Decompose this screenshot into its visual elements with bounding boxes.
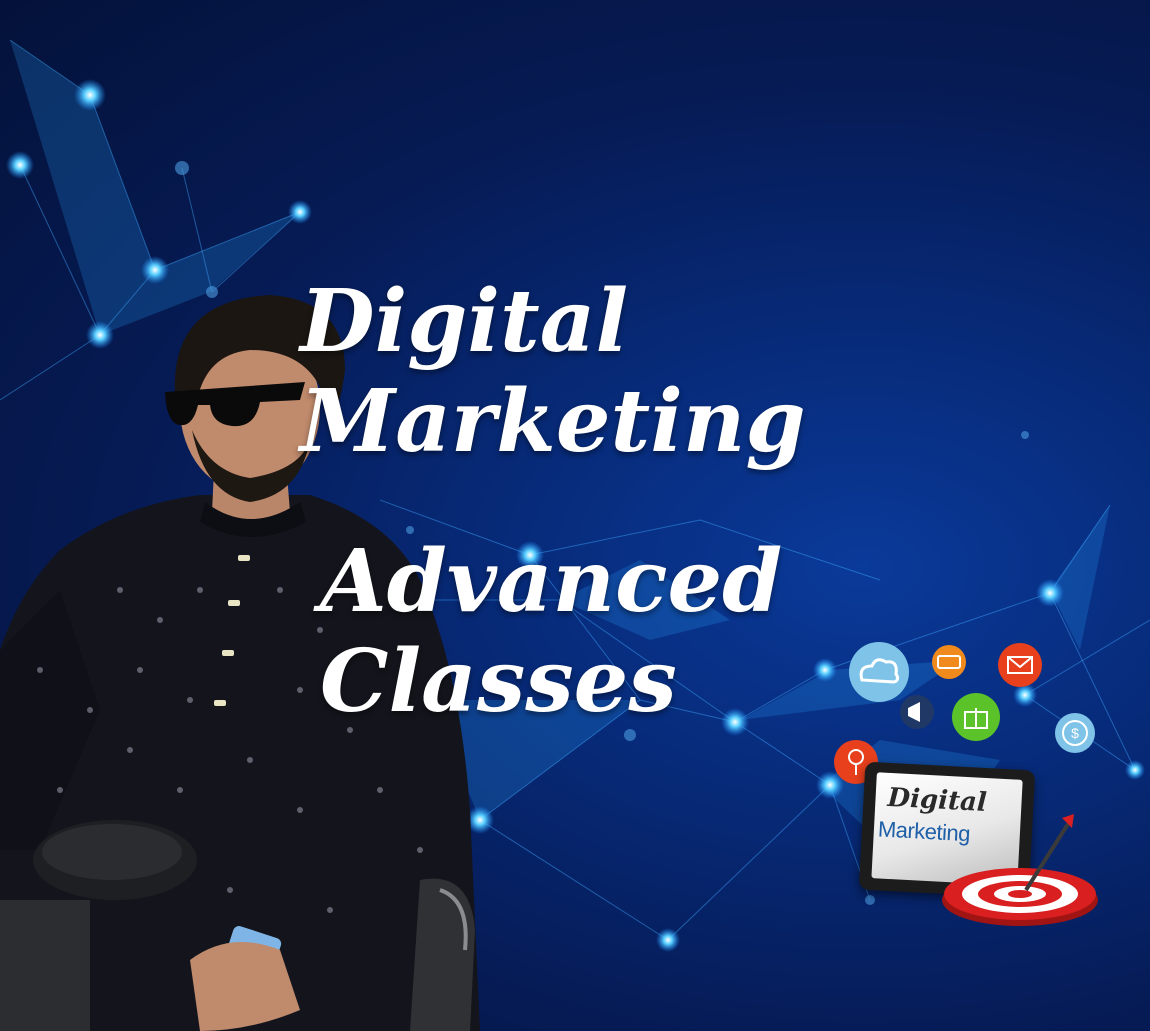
dollar-icon: $ xyxy=(1055,713,1095,753)
cloud-icon xyxy=(849,642,909,702)
poster: Digital Marketing Advanced Classes $ Dig… xyxy=(0,0,1150,1031)
mail-icon xyxy=(998,643,1042,687)
megaphone-icon xyxy=(900,695,934,729)
svg-text:$: $ xyxy=(1071,725,1079,741)
headline-line-1: Digital Marketing xyxy=(300,271,806,472)
gift-icon xyxy=(952,693,1000,741)
money-icon xyxy=(932,645,966,679)
scooter xyxy=(0,820,475,1031)
target-icon xyxy=(942,814,1098,926)
